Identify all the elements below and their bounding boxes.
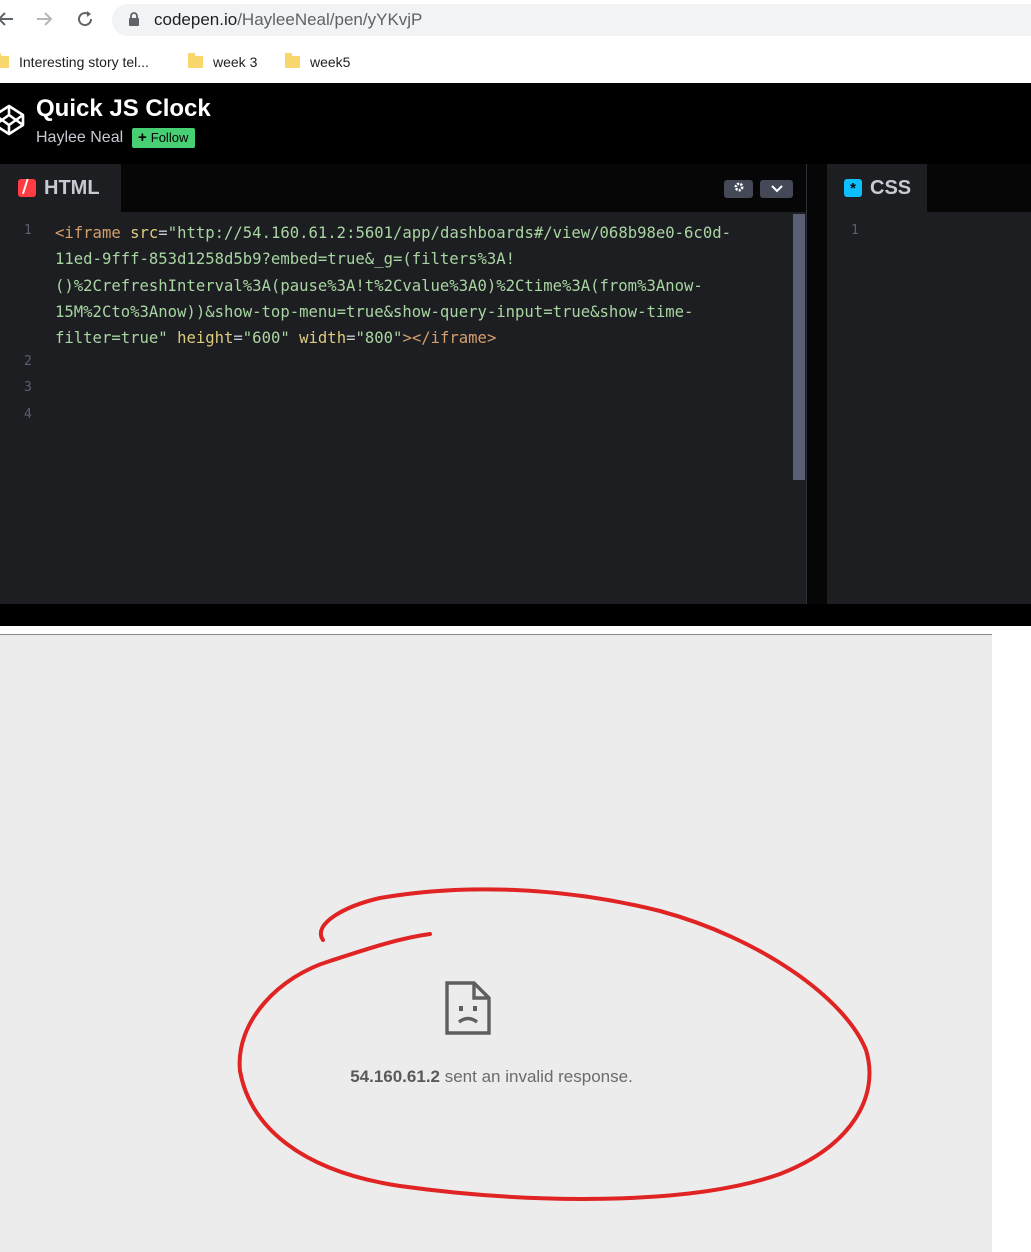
bookmark-label: Interesting story tel... — [19, 54, 149, 70]
code-line: 15M%2Cto%3Anow))&show-top-menu=true&show… — [55, 302, 694, 321]
folder-icon — [285, 53, 300, 68]
code-token: "600" — [242, 329, 290, 348]
code-token: iframe — [64, 224, 121, 242]
error-host: 54.160.61.2 — [350, 1067, 440, 1086]
line-number: 1 — [24, 223, 32, 238]
plus-icon: + — [138, 129, 147, 146]
preview-pane: 54.160.61.2 sent an invalid response. — [0, 626, 1031, 1252]
url-host: codepen.io — [154, 10, 238, 29]
code-token: iframe — [430, 329, 487, 348]
error-text: sent an invalid response. — [440, 1067, 633, 1086]
back-arrow-icon[interactable] — [0, 8, 16, 30]
editor-scrollbar[interactable] — [793, 214, 805, 480]
follow-label: Follow — [150, 130, 189, 145]
code-token: src — [130, 224, 159, 242]
html-tabbar: HTML — [0, 164, 806, 212]
embedded-iframe: 54.160.61.2 sent an invalid response. — [0, 635, 992, 1252]
reload-icon[interactable] — [74, 8, 96, 30]
line-number-gutter: 1 2 3 4 — [0, 212, 42, 604]
browser-toolbar: codepen.io/HayleeNeal/pen/yYKvjP — [0, 0, 1031, 40]
forward-arrow-icon[interactable] — [34, 8, 56, 30]
line-number: 2 — [24, 354, 32, 369]
code-token: ></ — [402, 329, 431, 348]
bookmarks-bar: Interesting story tel... week 3 week5 — [0, 40, 1031, 83]
author-name[interactable]: Haylee Neal — [36, 129, 123, 147]
css-editor[interactable]: * CSS 1 — [827, 164, 1031, 604]
editor-panels: HTML 1 2 3 4 <iframe src="http://54.160.… — [0, 164, 1031, 604]
error-message: 54.160.61.2 sent an invalid response. — [0, 1067, 983, 1087]
code-token: width — [299, 329, 347, 348]
url-text: codepen.io/HayleeNeal/pen/yYKvjP — [154, 10, 422, 30]
code-token: "800" — [355, 329, 403, 348]
bookmark-label: week 3 — [213, 54, 258, 70]
follow-button[interactable]: + Follow — [132, 128, 196, 148]
html-editor[interactable]: HTML 1 2 3 4 <iframe src="http://54.160.… — [0, 164, 807, 604]
bookmark-week-3[interactable]: week 3 — [188, 51, 257, 73]
codepen-header: Quick JS Clock Haylee Neal + Follow — [0, 83, 1031, 164]
code-token: > — [486, 329, 497, 348]
code-line: ()%2CrefreshInterval%3A(pause%3A!t%2Cval… — [55, 276, 703, 295]
editor-resize-divider[interactable] — [807, 164, 827, 604]
tab-css[interactable]: * CSS — [827, 164, 927, 212]
line-number: 3 — [24, 380, 32, 395]
html-code[interactable]: <iframe src="http://54.160.61.2:5601/app… — [55, 220, 775, 351]
bookmark-label: week5 — [310, 54, 351, 70]
code-token: "http://54.160.61.2:5601/app/dashboards#… — [167, 224, 731, 242]
tab-label: HTML — [44, 176, 100, 199]
bookmark-interesting-story[interactable]: Interesting story tel... — [0, 51, 149, 73]
lock-icon — [128, 12, 140, 32]
html-badge-icon — [18, 176, 36, 197]
tab-html[interactable]: HTML — [0, 164, 121, 212]
code-line: filter=true" height="600" width="800"></… — [55, 325, 775, 351]
line-number: 4 — [24, 407, 32, 422]
chevron-down-icon — [770, 180, 784, 198]
bookmark-week5[interactable]: week5 — [285, 51, 350, 73]
broken-page-icon — [444, 980, 492, 1041]
tab-label: CSS — [870, 176, 912, 199]
url-path: /HayleeNeal/pen/yYKvjP — [237, 10, 423, 29]
code-token: < — [55, 224, 65, 242]
editor-options-button[interactable] — [760, 180, 793, 198]
settings-gear-button[interactable] — [724, 180, 753, 198]
code-token: filter=true" — [55, 329, 168, 348]
pen-title: Quick JS Clock — [36, 95, 211, 122]
address-bar[interactable]: codepen.io/HayleeNeal/pen/yYKvjP — [112, 4, 1031, 36]
code-line: <iframe src="http://54.160.61.2:5601/app… — [55, 220, 775, 246]
gear-icon — [733, 180, 745, 198]
code-token: height — [177, 329, 234, 348]
css-badge-icon: * — [844, 179, 862, 197]
code-line: 11ed-9fff-853d1258d5b9?embed=true&_g=(fi… — [55, 250, 516, 269]
code-token: = — [158, 224, 168, 242]
folder-icon — [0, 53, 9, 68]
codepen-logo-icon[interactable] — [0, 103, 26, 142]
folder-icon — [188, 53, 203, 68]
editor-bottom-bar — [0, 604, 1031, 626]
code-token: = — [233, 329, 243, 348]
css-tabbar: * CSS — [827, 164, 1031, 212]
line-number: 1 — [851, 223, 859, 238]
